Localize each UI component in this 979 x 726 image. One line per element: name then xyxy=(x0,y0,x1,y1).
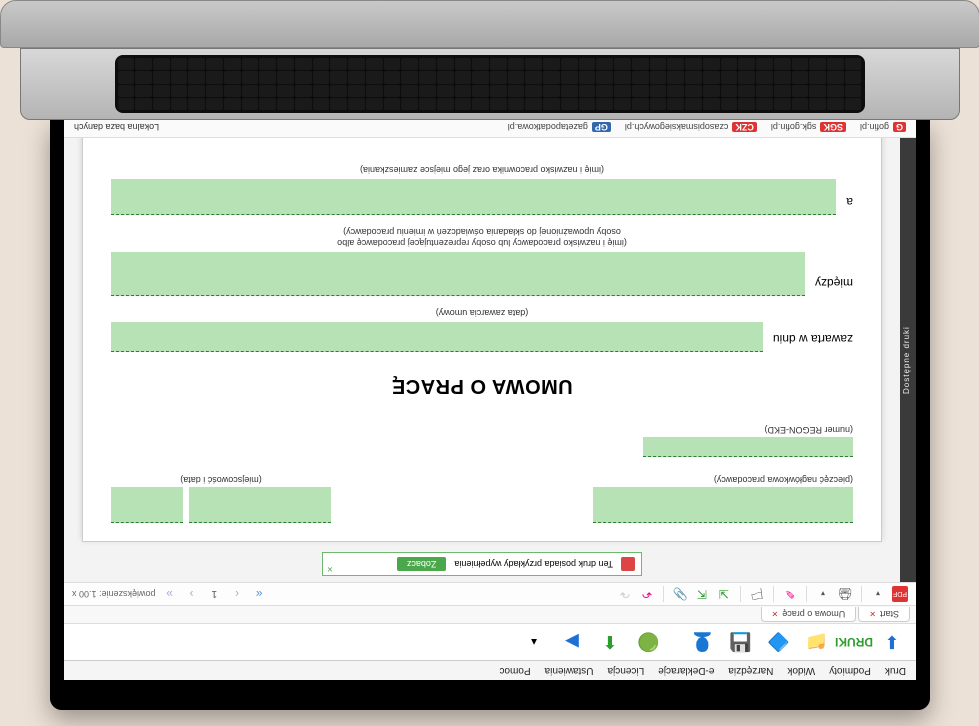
employee-name-field[interactable] xyxy=(111,179,836,215)
form-page: (pieczęć nagłówkowa pracodawcy) (miejsco… xyxy=(82,138,882,542)
upload-icon[interactable]: ⬆ xyxy=(596,628,624,656)
menubar: Druk Podmioty Widok Narzędzia e-Deklarac… xyxy=(64,660,916,680)
cloud-sync-icon[interactable]: 🔷 xyxy=(764,628,792,656)
druki-logo-icon[interactable]: DRUKI xyxy=(840,628,868,656)
flag-icon[interactable]: 🏳 xyxy=(749,586,765,602)
footer-links-bar: G gofin.pl SGK sgk.gofin.pl CZK czasopis… xyxy=(64,120,916,138)
last-page-icon[interactable]: » xyxy=(161,586,177,602)
save-icon[interactable]: 💾 xyxy=(726,628,754,656)
notice-text: Ten druk posiada przykłady wypełnienia xyxy=(454,559,613,569)
regon-caption: (numer REGON-EKD) xyxy=(643,425,853,435)
concluded-on-label: zawarta w dniu xyxy=(772,332,852,352)
concluded-date-field[interactable] xyxy=(111,322,763,352)
between-caption: (imię i nazwisko pracodawcy lub osoby re… xyxy=(111,225,853,248)
download-icon[interactable]: ⬇ xyxy=(878,628,906,656)
zoom-level: powiększenie: 1.00 x xyxy=(72,589,156,599)
regon-field[interactable] xyxy=(643,437,853,457)
page-number: 1 xyxy=(205,589,223,600)
form-title: UMOWA O PRACĘ xyxy=(111,374,853,397)
and-label: a xyxy=(846,195,853,215)
eraser-icon[interactable]: ✎ xyxy=(782,586,798,602)
user-icon[interactable]: 👤 xyxy=(688,628,716,656)
main-toolbar: ⬇ DRUKI 📁 🔷 💾 👤 🟢 ⬆ ▶ ▲ xyxy=(64,623,916,660)
link-badge-icon: SGK xyxy=(820,123,846,133)
link-gofin[interactable]: G gofin.pl xyxy=(859,123,905,133)
app-window: Druk Podmioty Widok Narzędzia e-Deklarac… xyxy=(64,120,916,680)
pdf-icon[interactable]: PDF xyxy=(892,586,908,602)
link-sgk[interactable]: SGK sgk.gofin.pl xyxy=(770,123,845,133)
tab-start[interactable]: Start ✕ xyxy=(858,607,910,622)
link-badge-icon: CZK xyxy=(732,123,757,133)
close-icon[interactable]: ✕ xyxy=(771,610,778,619)
play-icon[interactable]: ▶ xyxy=(558,628,586,656)
tab-document-label: Umowa o pracę xyxy=(782,609,845,619)
document-tabs: Start ✕ Umowa o pracę ✕ xyxy=(64,605,916,623)
place-field[interactable] xyxy=(189,487,331,523)
close-icon[interactable]: ✕ xyxy=(869,610,876,619)
link-badge-icon: G xyxy=(892,123,905,133)
menu-narzedzia[interactable]: Narzędzia xyxy=(728,665,773,676)
date-field[interactable] xyxy=(111,487,183,523)
export-icon[interactable]: ⇱ xyxy=(694,586,710,602)
place-date-caption: (miejscowość i data) xyxy=(111,475,331,485)
laptop-keyboard xyxy=(115,55,865,113)
side-panel-tab[interactable]: Dostępne druki xyxy=(900,138,916,582)
print-icon[interactable]: 🖨 xyxy=(837,586,853,602)
chevron-down-icon[interactable]: ▾ xyxy=(870,586,886,602)
import-icon[interactable]: ⇲ xyxy=(716,586,732,602)
menu-ustawienia[interactable]: Ustawienia xyxy=(544,665,593,676)
browser-icon[interactable]: 🟢 xyxy=(634,628,662,656)
menu-druk[interactable]: Druk xyxy=(884,665,905,676)
attach-icon[interactable]: 📎 xyxy=(672,586,688,602)
dropdown-arrow-icon[interactable]: ▲ xyxy=(520,628,548,656)
undo-icon[interactable]: ↶ xyxy=(639,586,655,602)
document-viewport[interactable]: Ten druk posiada przykłady wypełnienia Z… xyxy=(64,138,900,582)
redo-icon[interactable]: ↷ xyxy=(617,586,633,602)
prev-page-icon[interactable]: ‹ xyxy=(229,586,245,602)
database-status: Lokalna baza danych xyxy=(74,123,159,133)
concluded-caption: (data zawarcia umowy) xyxy=(111,306,853,318)
menu-pomoc[interactable]: Pomoc xyxy=(499,665,530,676)
laptop-lid xyxy=(0,0,979,48)
employer-stamp-caption: (pieczęć nagłówkowa pracodawcy) xyxy=(593,475,853,485)
link-badge-icon: GP xyxy=(591,123,610,133)
tab-start-label: Start xyxy=(879,609,898,619)
menu-podmioty[interactable]: Podmioty xyxy=(829,665,871,676)
and-caption: (imię i nazwisko pracownika oraz jego mi… xyxy=(111,163,853,175)
laptop-bezel: Druk Podmioty Widok Narzędzia e-Deklarac… xyxy=(50,120,930,710)
menu-licencja[interactable]: Licencja xyxy=(607,665,644,676)
folder-icon[interactable]: 📁 xyxy=(802,628,830,656)
tab-document[interactable]: Umowa o pracę ✕ xyxy=(760,607,856,622)
chevron-down-icon[interactable]: ▾ xyxy=(815,586,831,602)
document-toolbar: PDF ▾ 🖨 ▾ ✎ 🏳 ⇲ ⇱ 📎 ↶ ↷ « ‹ 1 › xyxy=(64,582,916,605)
employer-name-field[interactable] xyxy=(111,252,805,296)
menu-edeklaracje[interactable]: e-Deklaracje xyxy=(658,665,714,676)
notice-icon xyxy=(621,557,635,571)
example-notice: Ten druk posiada przykłady wypełnienia Z… xyxy=(322,552,642,576)
employer-stamp-field[interactable] xyxy=(593,487,853,523)
close-icon[interactable]: × xyxy=(327,563,333,574)
link-gazeta[interactable]: GP gazetapodatkowa.pl xyxy=(507,123,610,133)
laptop-keyboard-deck xyxy=(20,48,960,120)
next-page-icon[interactable]: › xyxy=(183,586,199,602)
first-page-icon[interactable]: « xyxy=(251,586,267,602)
between-label: między xyxy=(814,276,852,296)
menu-widok[interactable]: Widok xyxy=(787,665,815,676)
link-czasopisma[interactable]: CZK czasopismaksiegowych.pl xyxy=(624,123,756,133)
notice-view-button[interactable]: Zobacz xyxy=(396,557,446,571)
